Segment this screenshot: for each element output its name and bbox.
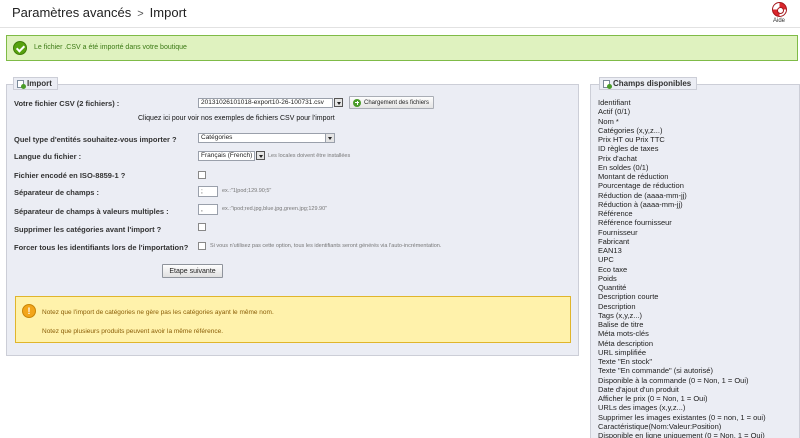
csv-file-value: 20131026101018-export10-26-100731.csv	[201, 99, 324, 106]
delete-categories-label: Supprimer les catégories avant l'import …	[14, 225, 162, 234]
multi-value-separator-hint: ex.:"ipod;red.jpg,blue.jpg,green.jpg;129…	[222, 206, 328, 212]
chevron-down-icon[interactable]	[256, 151, 265, 160]
import-legend: Import	[13, 77, 58, 90]
field-item: Fabricant	[598, 236, 630, 246]
field-item: Poids	[598, 273, 617, 283]
add-icon	[353, 98, 361, 107]
field-item: Prix d'achat	[598, 153, 637, 163]
entity-type-value: Catégories	[201, 134, 233, 141]
field-item: Référence	[598, 209, 633, 218]
field-item: Disponible en ligne uniquement (0 = Non,…	[598, 431, 765, 438]
breadcrumb-current: Import	[149, 5, 187, 20]
force-ids-checkbox[interactable]	[198, 242, 206, 250]
field-item: URLs des images (x,y,z...)	[598, 403, 686, 413]
field-item: Texte "En stock"	[598, 357, 653, 366]
force-ids-hint: Si vous n'utilisez pas cette option, tou…	[210, 243, 442, 249]
available-fields-legend: Champs disponibles	[599, 77, 698, 90]
fields-icon	[603, 79, 612, 89]
csv-file-label: Votre fichier CSV (2 fichiers) :	[14, 99, 120, 108]
file-language-label: Langue du fichier :	[14, 152, 82, 161]
warning-icon: !	[22, 304, 36, 318]
field-item: Pourcentage de réduction	[598, 181, 684, 191]
field-item: Prix HT ou Prix TTC	[598, 135, 665, 144]
field-item: Fournisseur	[598, 227, 638, 237]
field-item: Description courte	[598, 292, 659, 302]
breadcrumb-separator: >	[137, 8, 144, 20]
field-item: Méta description	[598, 338, 654, 348]
checkmark-icon	[13, 41, 27, 55]
csv-examples-link[interactable]: Cliquez ici pour voir nos exemples de fi…	[138, 115, 335, 122]
field-item: Nom *	[598, 116, 619, 126]
field-item: Tags (x,y,z...)	[598, 310, 643, 320]
field-item: Identifiant	[598, 98, 631, 107]
field-item: Quantité	[598, 283, 627, 292]
multi-value-separator-input[interactable]: ,	[198, 204, 218, 215]
available-fields-title: Champs disponibles	[613, 79, 692, 88]
field-item: Supprimer les images existantes (0 = non…	[598, 412, 766, 422]
import-title: Import	[27, 79, 52, 88]
language-hint: Les locales doivent être installées	[268, 153, 351, 159]
success-text: Le fichier .CSV a été importé dans votre…	[34, 44, 187, 51]
field-item: Catégories (x,y,z...)	[598, 125, 663, 135]
next-step-button[interactable]: Etape suivante	[162, 264, 223, 278]
import-icon	[17, 79, 26, 89]
breadcrumb: Paramètres avancés > Import	[12, 5, 187, 20]
warning-box: ! Notez que l'import de catégories ne gè…	[15, 296, 571, 343]
field-item: Caractéristique(Nom:Valeur:Position)	[598, 421, 722, 431]
lifebuoy-icon	[771, 2, 787, 17]
chevron-down-icon	[325, 134, 334, 142]
upload-files-button[interactable]: Chargement des fichiers	[349, 96, 435, 109]
upload-files-label: Chargement des fichiers	[364, 99, 430, 106]
field-item: Actif (0/1)	[598, 107, 631, 117]
field-item: Disponible à la commande (0 = Non, 1 = O…	[598, 375, 749, 385]
field-item: En soldes (0/1)	[598, 162, 649, 172]
file-language-value: Français (French)	[201, 152, 253, 159]
delete-categories-checkbox[interactable]	[198, 223, 206, 231]
field-separator-label: Séparateur de champs :	[14, 188, 100, 197]
iso-encoding-label: Fichier encodé en ISO-8859-1 ?	[14, 171, 126, 180]
available-fields-panel: Champs disponibles Identifiant Actif (0/1…	[590, 77, 800, 438]
csv-file-select[interactable]: 20131026101018-export10-26-100731.csv	[198, 98, 333, 108]
entity-type-label: Quel type d'entités souhaitez-vous impor…	[14, 135, 177, 144]
warning-text-1: Notez que l'import de catégories ne gère…	[42, 309, 274, 316]
field-item: Référence fournisseur	[598, 218, 672, 228]
field-item: Description	[598, 301, 636, 311]
field-item: Afficher le prix (0 = Non, 1 = Oui)	[598, 394, 708, 403]
iso-encoding-checkbox[interactable]	[198, 171, 206, 179]
import-panel: Import Votre fichier CSV (2 fichiers) : …	[6, 77, 579, 356]
field-item: URL simplifiée	[598, 347, 647, 357]
help-label: Aide	[772, 18, 785, 24]
warning-text-2: Notez que plusieurs produits peuvent avo…	[42, 328, 224, 335]
file-language-select[interactable]: Français (French)	[198, 151, 255, 161]
multi-value-separator-label: Séparateur de champs à valeurs multiples…	[14, 207, 169, 216]
field-item: Réduction de (aaaa-mm-jj)	[598, 190, 687, 200]
success-message: Le fichier .CSV a été importé dans votre…	[6, 35, 798, 61]
field-separator-hint: ex.:"1|pod;129.90;5"	[222, 188, 272, 194]
available-fields-list: Identifiant Actif (0/1) Nom * Catégories (x…	[598, 98, 766, 438]
field-separator-input[interactable]: ;	[198, 186, 218, 197]
field-item: EAN13	[598, 246, 622, 255]
field-item: Eco taxe	[598, 264, 628, 274]
field-item: Date d'ajout d'un produit	[598, 384, 679, 394]
field-item: Méta mots-clés	[598, 329, 649, 339]
field-item: Balise de titre	[598, 320, 644, 329]
field-item: ID règles de taxes	[598, 144, 659, 154]
field-item: UPC	[598, 255, 614, 265]
breadcrumb-parent[interactable]: Paramètres avancés	[12, 5, 131, 20]
field-item: Montant de réduction	[598, 172, 669, 181]
help-button[interactable]: Aide	[768, 2, 790, 24]
entity-type-select[interactable]: Catégories	[198, 133, 335, 143]
field-item: Réduction à (aaaa-mm-jj)	[598, 199, 683, 209]
top-bar: Paramètres avancés > Import Aide	[0, 0, 800, 28]
chevron-down-icon[interactable]	[334, 98, 343, 107]
field-item: Texte "En commande" (si autorisé)	[598, 366, 713, 376]
force-ids-label: Forcer tous les identifiants lors de l'i…	[14, 243, 189, 252]
